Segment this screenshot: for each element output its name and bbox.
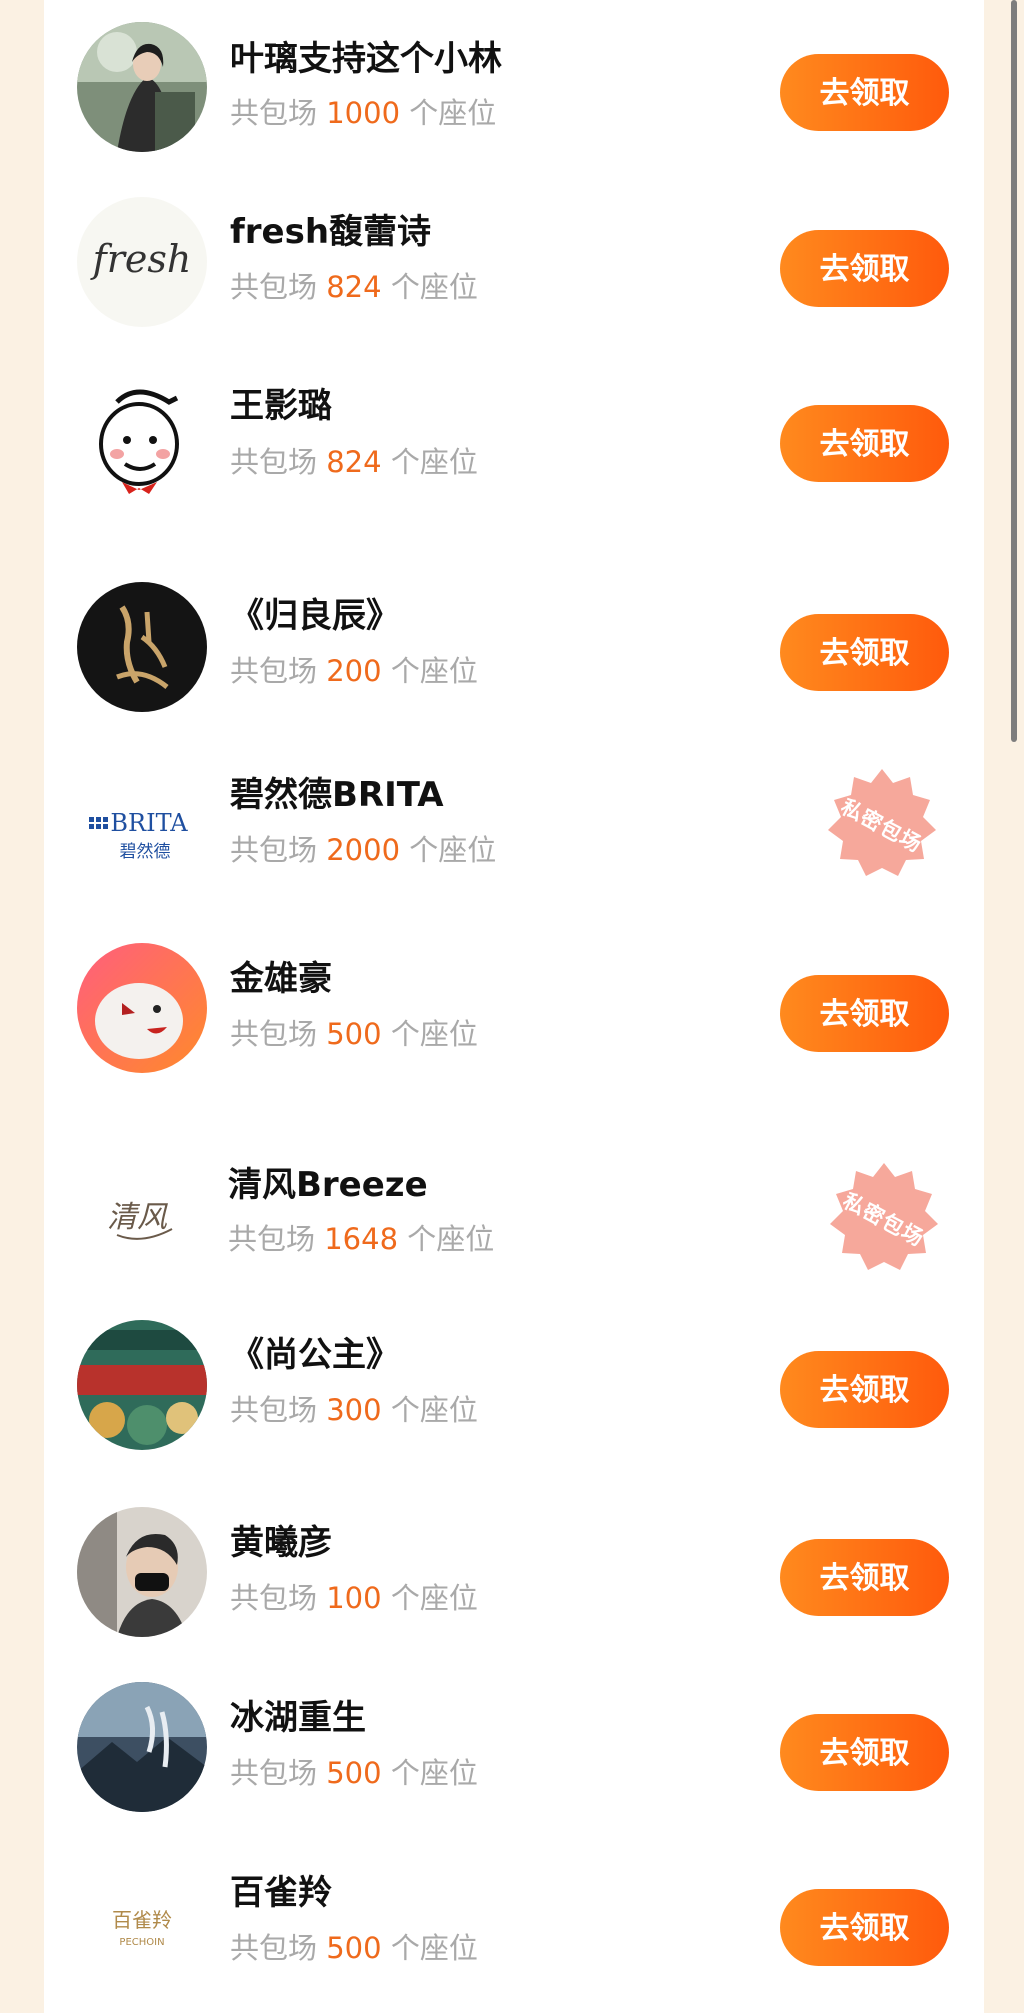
seat-prefix: 共包场 [230,1017,318,1051]
seat-suffix: 个座位 [407,1222,495,1256]
sponsor-name: 清风Breeze [228,1165,428,1205]
seat-count: 共包场 500 个座位 [230,1016,478,1052]
seat-number: 500 [326,1931,382,1965]
private-seal-badge: 私密包场 [822,765,942,885]
seat-suffix: 个座位 [409,96,497,130]
sponsor-name: 黄曦彦 [230,1523,332,1563]
seat-suffix: 个座位 [409,833,497,867]
claim-button[interactable]: 去领取 [780,614,949,691]
avatar [77,1320,207,1450]
sponsor-name: 叶璃支持这个小林 [230,39,502,79]
seat-number: 100 [326,1581,382,1615]
seat-prefix: 共包场 [230,96,318,130]
claim-button[interactable]: 去领取 [780,1889,949,1966]
seat-number: 1648 [324,1222,399,1256]
seat-number: 824 [326,270,382,304]
seat-prefix: 共包场 [230,1581,318,1615]
claim-button[interactable]: 去领取 [780,405,949,482]
list-item: 金雄豪 共包场 500 个座位 去领取 [44,915,984,1135]
scrollbar[interactable] [1011,0,1017,742]
claim-button[interactable]: 去领取 [780,1539,949,1616]
sponsor-name: 冰湖重生 [230,1698,366,1738]
sponsor-name: fresh馥蕾诗 [230,212,432,252]
seat-prefix: 共包场 [228,1222,316,1256]
seat-prefix: 共包场 [230,1756,318,1790]
seat-suffix: 个座位 [390,1017,478,1051]
seat-number: 500 [326,1756,382,1790]
avatar [77,943,207,1073]
seat-suffix: 个座位 [390,1393,478,1427]
brita-logo-avatar: BRITA 碧然德 [77,765,207,895]
seat-suffix: 个座位 [390,1581,478,1615]
seat-suffix: 个座位 [390,445,478,479]
claim-button[interactable]: 去领取 [780,54,949,131]
fresh-logo-avatar: fresh [77,197,207,327]
sponsor-list: 叶璃支持这个小林 共包场 1000 个座位 去领取 fresh fresh馥蕾诗… [44,0,984,2013]
fresh-logo-text: fresh [90,237,192,281]
seat-prefix: 共包场 [230,654,318,688]
seat-prefix: 共包场 [230,445,318,479]
avatar [77,372,207,502]
avatar [77,1507,207,1637]
pechoin-logo-text: 百雀羚 [112,1908,172,1932]
seat-number: 300 [326,1393,382,1427]
sponsor-name: 《归良辰》 [230,596,400,636]
seat-count: 共包场 824 个座位 [230,269,478,305]
list-item: 百雀羚 PECHOIN 百雀羚 共包场 500 个座位 去领取 [44,1835,984,2013]
seat-count: 共包场 500 个座位 [230,1930,478,1966]
seat-prefix: 共包场 [230,1931,318,1965]
sponsor-name: 金雄豪 [230,959,332,999]
seat-count: 共包场 200 个座位 [230,653,478,689]
claim-button[interactable]: 去领取 [780,1714,949,1791]
seat-number: 200 [326,654,382,688]
pechoin-logo-subtext: PECHOIN [119,1937,164,1948]
breeze-logo-text: 清风 [107,1200,168,1235]
seat-suffix: 个座位 [390,1756,478,1790]
seat-count: 共包场 1000 个座位 [230,95,496,131]
private-seal-badge: 私密包场 [824,1159,944,1279]
avatar [77,1682,207,1812]
seat-count: 共包场 500 个座位 [230,1755,478,1791]
claim-button[interactable]: 去领取 [780,230,949,307]
sponsor-name: 百雀羚 [230,1873,332,1913]
list-item: BRITA 碧然德 碧然德BRITA 共包场 2000 个座位 私密包场 [44,745,984,915]
sponsor-name: 王影璐 [230,386,332,426]
avatar [77,22,207,152]
pechoin-logo-avatar: 百雀羚 PECHOIN [77,1857,207,1987]
seat-count: 共包场 100 个座位 [230,1580,478,1616]
seat-count: 共包场 2000 个座位 [230,832,496,868]
list-item: 《归良辰》 共包场 200 个座位 去领取 [44,540,984,745]
seat-number: 1000 [326,96,401,130]
brita-logo-subtext: 碧然德 [120,842,171,862]
claim-button[interactable]: 去领取 [780,1351,949,1428]
brita-logo-text: BRITA [110,809,188,837]
list-item: 清风 清风Breeze 共包场 1648 个座位 私密包场 [44,1135,984,1305]
list-item: 《尚公主》 共包场 300 个座位 去领取 [44,1305,984,1490]
seat-count: 共包场 300 个座位 [230,1392,478,1428]
breeze-logo-avatar: 清风 [77,1155,207,1285]
seat-suffix: 个座位 [390,270,478,304]
list-item: 黄曦彦 共包场 100 个座位 去领取 [44,1490,984,1660]
seat-count: 共包场 1648 个座位 [228,1221,494,1257]
seat-number: 824 [326,445,382,479]
seat-number: 2000 [326,833,401,867]
seat-number: 500 [326,1017,382,1051]
seat-count: 共包场 824 个座位 [230,444,478,480]
list-item: 叶璃支持这个小林 共包场 1000 个座位 去领取 [44,0,984,175]
avatar [77,582,207,712]
seat-prefix: 共包场 [230,270,318,304]
list-item: 冰湖重生 共包场 500 个座位 去领取 [44,1660,984,1835]
sponsor-name: 碧然德BRITA [230,775,444,815]
sponsor-name: 《尚公主》 [230,1335,400,1375]
seat-prefix: 共包场 [230,1393,318,1427]
list-item: 王影璐 共包场 824 个座位 去领取 [44,350,984,540]
list-item: fresh fresh馥蕾诗 共包场 824 个座位 去领取 [44,175,984,350]
claim-button[interactable]: 去领取 [780,975,949,1052]
seat-prefix: 共包场 [230,833,318,867]
seat-suffix: 个座位 [390,654,478,688]
seat-suffix: 个座位 [390,1931,478,1965]
